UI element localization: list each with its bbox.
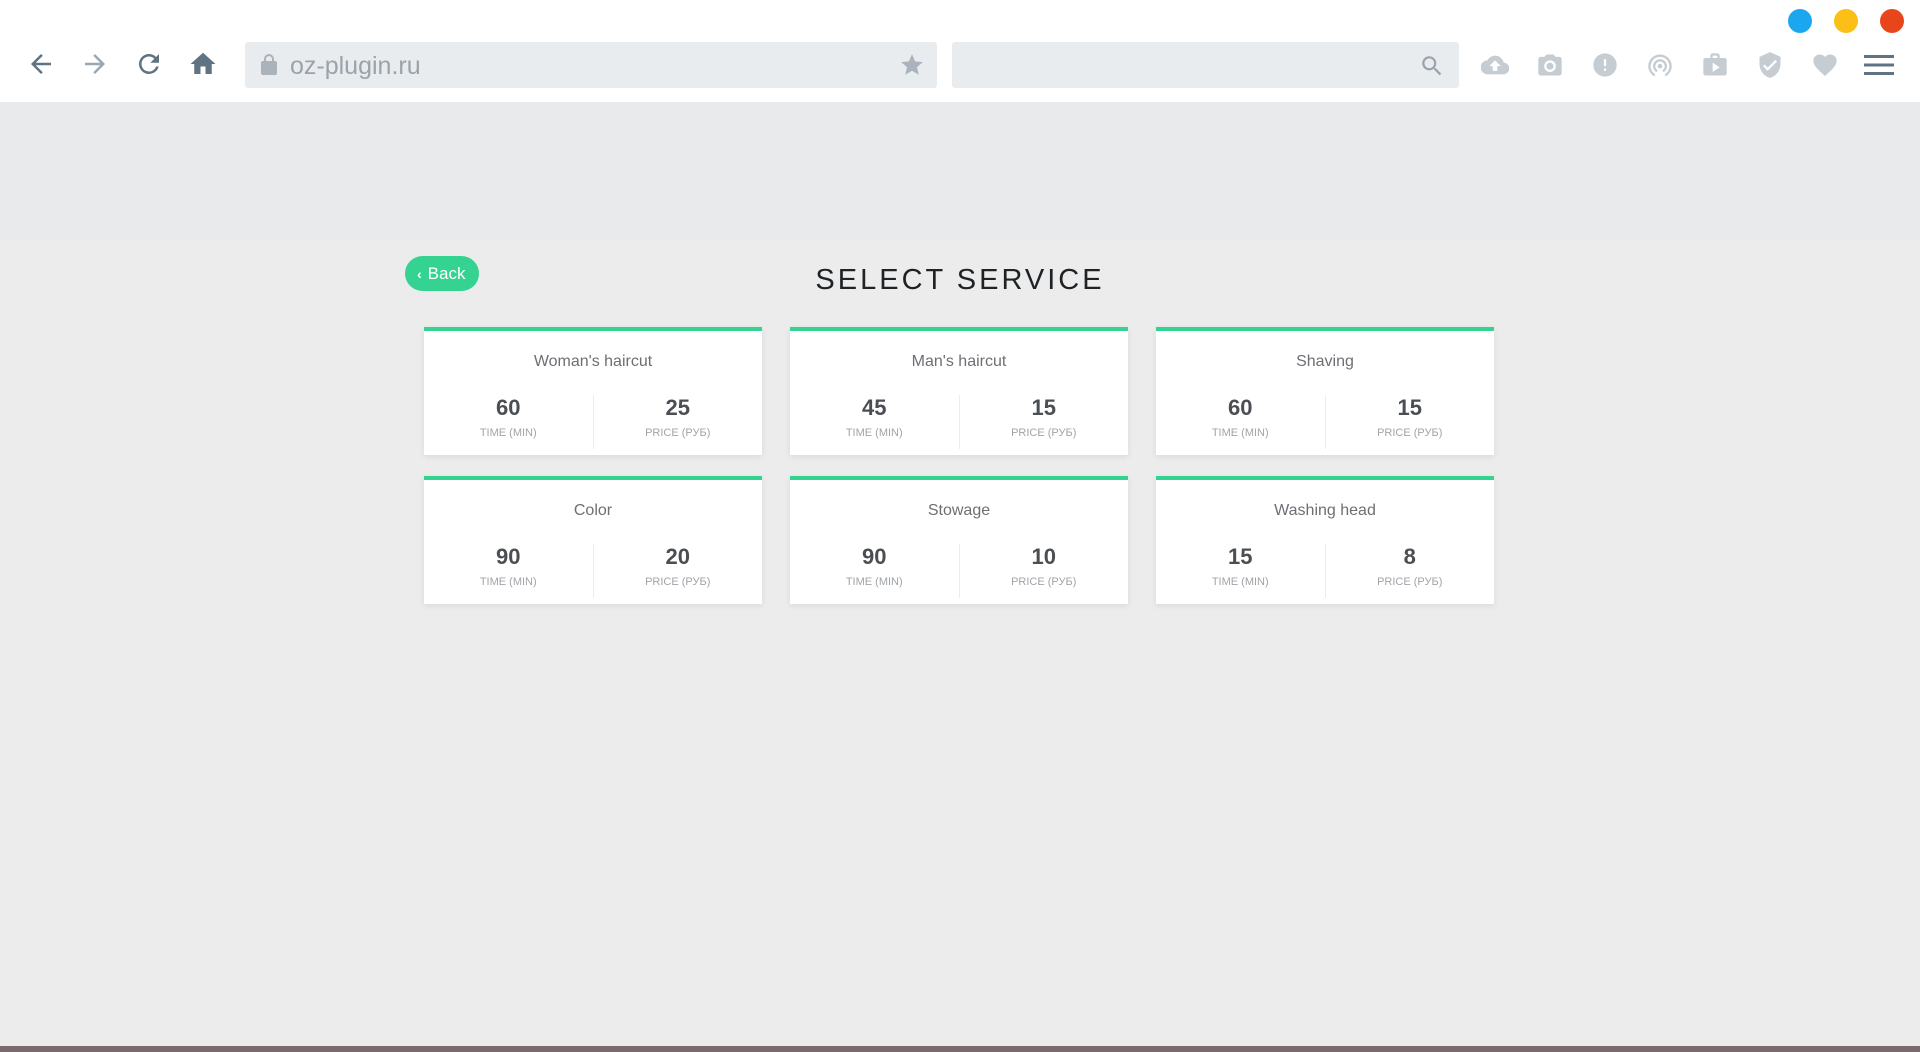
menu-icon[interactable]	[1863, 50, 1895, 80]
browser-toolbar: oz-plugin.ru	[0, 0, 1920, 102]
service-name: Stowage	[927, 502, 991, 519]
window-controls	[1788, 9, 1904, 33]
service-price: 25	[665, 395, 690, 420]
price-label: PRICE (РУБ)	[1377, 427, 1443, 439]
price-label: PRICE (РУБ)	[645, 576, 711, 588]
service-price: 8	[1403, 544, 1416, 569]
service-time: 15	[1228, 544, 1253, 569]
forward-arrow-icon[interactable]	[77, 46, 113, 82]
url-text: oz-plugin.ru	[290, 52, 421, 80]
time-label: TIME (MIN)	[1211, 576, 1269, 588]
page-title: SELECT SERVICE	[815, 264, 1105, 296]
minimize-button[interactable]	[1788, 9, 1812, 33]
time-label: TIME (MIN)	[845, 427, 903, 439]
page-banner	[0, 102, 1920, 239]
service-card[interactable]: Man's haircut 45 TIME (MIN) 15 PRICE (РУБ)	[790, 327, 1128, 455]
toolbar-icons	[1480, 50, 1840, 80]
price-label: PRICE (РУБ)	[645, 427, 711, 439]
service-time: 90	[862, 544, 887, 569]
bookmark-star-icon[interactable]	[899, 52, 925, 78]
heart-icon[interactable]	[1810, 50, 1840, 80]
broadcast-icon[interactable]	[1645, 50, 1675, 80]
time-label: TIME (MIN)	[479, 427, 537, 439]
camera-icon[interactable]	[1535, 50, 1565, 80]
time-label: TIME (MIN)	[1211, 427, 1269, 439]
service-card[interactable]: Woman's haircut 60 TIME (MIN) 25 PRICE (РУ…	[424, 327, 762, 455]
service-time: 45	[862, 395, 887, 420]
home-icon[interactable]	[185, 46, 221, 82]
shield-check-icon[interactable]	[1755, 50, 1785, 80]
service-name: Woman's haircut	[533, 353, 653, 370]
address-bar[interactable]: oz-plugin.ru	[245, 42, 937, 88]
service-name: Color	[573, 502, 613, 519]
price-label: PRICE (РУБ)	[1377, 576, 1443, 588]
service-card[interactable]: Shaving 60 TIME (MIN) 15 PRICE (РУБ)	[1156, 327, 1494, 455]
service-time: 90	[496, 544, 521, 569]
reload-icon[interactable]	[131, 46, 167, 82]
service-name: Man's haircut	[911, 353, 1007, 370]
alert-icon[interactable]	[1590, 50, 1620, 80]
service-card[interactable]: Washing head 15 TIME (MIN) 8 PRICE (РУБ)	[1156, 476, 1494, 604]
service-name: Shaving	[1296, 353, 1354, 370]
video-case-icon[interactable]	[1700, 50, 1730, 80]
lock-icon	[261, 54, 277, 75]
search-bar[interactable]	[952, 42, 1459, 88]
service-name: Washing head	[1274, 502, 1376, 519]
search-input[interactable]	[962, 50, 1402, 80]
service-price: 15	[1031, 395, 1056, 420]
desktop-edge	[0, 1046, 1920, 1052]
back-arrow-icon[interactable]	[23, 46, 59, 82]
service-price: 10	[1031, 544, 1056, 569]
close-button[interactable]	[1880, 9, 1904, 33]
service-card[interactable]: Color 90 TIME (MIN) 20 PRICE (РУБ)	[424, 476, 762, 604]
maximize-button[interactable]	[1834, 9, 1858, 33]
price-label: PRICE (РУБ)	[1011, 576, 1077, 588]
service-grid: Woman's haircut 60 TIME (MIN) 25 PRICE (РУ…	[424, 327, 1496, 604]
service-price: 20	[665, 544, 690, 569]
price-label: PRICE (РУБ)	[1011, 427, 1077, 439]
service-time: 60	[496, 395, 521, 420]
service-card[interactable]: Stowage 90 TIME (MIN) 10 PRICE (РУБ)	[790, 476, 1128, 604]
time-label: TIME (MIN)	[479, 576, 537, 588]
time-label: TIME (MIN)	[845, 576, 903, 588]
service-time: 60	[1228, 395, 1253, 420]
cloud-upload-icon[interactable]	[1480, 50, 1510, 80]
search-icon[interactable]	[1419, 53, 1445, 79]
service-price: 15	[1397, 395, 1422, 420]
